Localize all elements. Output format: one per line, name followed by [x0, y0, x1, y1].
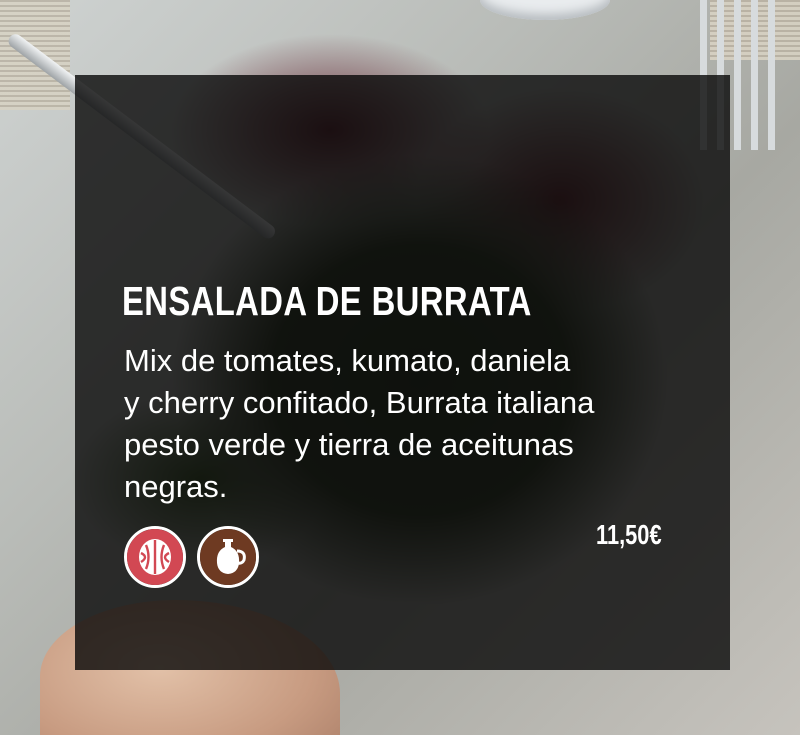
nuts-icon	[124, 526, 186, 588]
dish-title: ENSALADA DE BURRATA	[122, 278, 532, 324]
dish-price: 11,50€	[596, 519, 662, 550]
description-line: y cherry confitado, Burrata italiana	[124, 385, 595, 420]
description-line: negras.	[124, 469, 228, 504]
spoon	[480, 0, 610, 20]
dish-description: Mix de tomates, kumato, daniela y cherry…	[124, 340, 704, 508]
sulphites-jug-icon	[197, 526, 259, 588]
description-line: Mix de tomates, kumato, daniela	[124, 343, 571, 378]
description-line: pesto verde y tierra de aceitunas	[124, 427, 574, 462]
